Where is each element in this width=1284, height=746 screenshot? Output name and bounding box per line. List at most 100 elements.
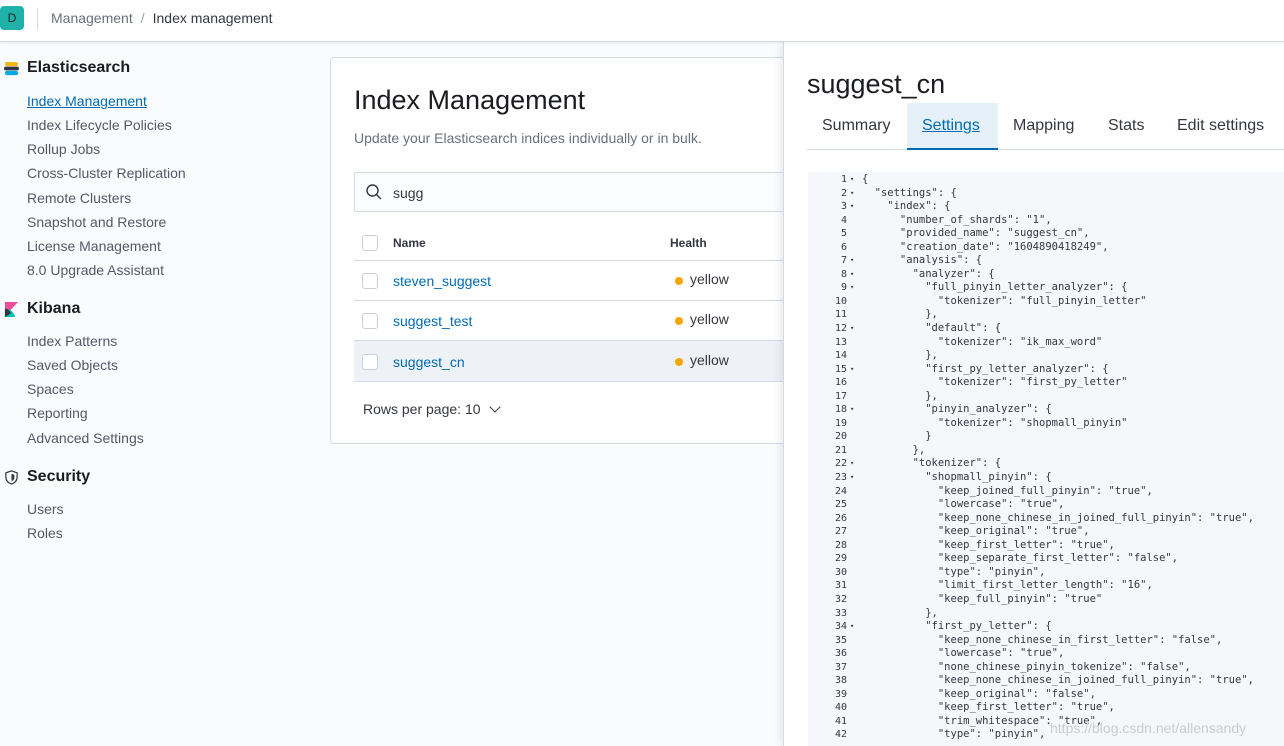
code-line: 37 "none_chinese_pinyin_tokenize": "fals… [808, 661, 1284, 675]
code-text: "default": { [862, 322, 1002, 335]
table-row: suggest_cn yellow [354, 341, 794, 382]
code-line: 2 ▾ "settings": { [808, 187, 1284, 201]
fold-toggle-icon[interactable]: ▾ [850, 200, 858, 214]
line-number: 25 [834, 499, 847, 511]
breadcrumb-management[interactable]: Management [51, 10, 133, 26]
sidebar-item-roles[interactable]: Roles [27, 524, 63, 542]
table-row: steven_suggest yellow [354, 260, 794, 301]
code-text: "keep_full_pinyin": "true" [862, 592, 1103, 605]
sidebar-item-license-management[interactable]: License Management [27, 237, 161, 255]
line-number: 4 [840, 214, 847, 226]
fold-toggle-icon[interactable]: ▾ [850, 268, 858, 282]
sidebar-item-index-management[interactable]: Index Management [27, 92, 147, 110]
tab-edit-settings[interactable]: Edit settings [1162, 103, 1279, 150]
tab-summary[interactable]: Summary [807, 103, 905, 150]
code-text: }, [862, 308, 938, 321]
code-line: 5 "provided_name": "suggest_cn", [808, 227, 1284, 241]
sidebar-item-remote-clusters[interactable]: Remote Clusters [27, 189, 131, 207]
fold-toggle-icon[interactable]: ▾ [850, 173, 858, 187]
line-number: 27 [834, 526, 847, 538]
tab-mapping[interactable]: Mapping [998, 103, 1089, 150]
code-line: 7 ▾ "analysis": { [808, 254, 1284, 268]
code-text: "number_of_shards": "1", [862, 213, 1052, 226]
fold-toggle-icon[interactable]: ▾ [850, 187, 858, 201]
space-avatar[interactable]: D [0, 6, 24, 30]
sidebar-item-snapshot-and-restore[interactable]: Snapshot and Restore [27, 213, 166, 231]
row-checkbox[interactable] [362, 354, 378, 370]
breadcrumb-separator: / [140, 10, 145, 26]
tab-settings[interactable]: Settings [907, 103, 998, 150]
code-line: 12 ▾ "default": { [808, 322, 1284, 336]
fold-toggle-icon[interactable]: ▾ [850, 281, 858, 295]
fold-toggle-icon[interactable]: ▾ [850, 254, 858, 268]
header-divider [37, 8, 38, 30]
fold-toggle-icon[interactable]: ▾ [850, 471, 858, 485]
index-name-link[interactable]: suggest_cn [393, 354, 465, 370]
code-text: "type": "pinyin", [862, 565, 1046, 578]
code-text: "tokenizer": "first_py_letter" [862, 376, 1128, 389]
sidebar-item-users[interactable]: Users [27, 500, 64, 518]
select-all-checkbox[interactable] [362, 235, 378, 251]
row-checkbox[interactable] [362, 273, 378, 289]
flyout-title: suggest_cn [807, 69, 946, 99]
sidebar-section-header: Kibana [0, 298, 320, 322]
fold-toggle-icon[interactable]: ▾ [850, 403, 858, 417]
tab-stats[interactable]: Stats [1093, 103, 1159, 150]
search-icon [366, 184, 382, 200]
sidebar-item-saved-objects[interactable]: Saved Objects [27, 356, 118, 374]
line-number: 15 [834, 363, 847, 375]
fold-toggle-icon[interactable]: ▾ [850, 322, 858, 336]
code-text: "provided_name": "suggest_cn", [862, 227, 1090, 240]
line-number: 8 [840, 268, 847, 280]
code-text: "index": { [862, 200, 951, 213]
sidebar-item-rollup-jobs[interactable]: Rollup Jobs [27, 140, 100, 158]
line-number: 23 [834, 472, 847, 484]
line-number: 6 [840, 241, 847, 253]
line-number: 16 [834, 377, 847, 389]
column-header-name[interactable]: Name [393, 236, 426, 250]
code-text: "full_pinyin_letter_analyzer": { [862, 281, 1128, 294]
index-name-link[interactable]: suggest_test [393, 313, 472, 329]
line-number: 11 [834, 309, 847, 321]
code-text: "analysis": { [862, 254, 983, 267]
code-text: "tokenizer": "full_pinyin_letter" [862, 294, 1147, 307]
code-text: "lowercase": "true", [862, 647, 1065, 660]
line-number: 17 [834, 390, 847, 402]
index-name-link[interactable]: steven_suggest [393, 273, 491, 289]
fold-toggle-icon[interactable]: ▾ [850, 363, 858, 377]
sidebar-item-spaces[interactable]: Spaces [27, 380, 74, 398]
code-line: 11 }, [808, 308, 1284, 322]
line-number: 39 [834, 688, 847, 700]
code-text: }, [862, 443, 926, 456]
sidebar-section-title: Elasticsearch [27, 59, 131, 76]
flyout-tabs: Summary Settings Mapping Stats Edit sett… [807, 103, 1284, 150]
code-line: 9 ▾ "full_pinyin_letter_analyzer": { [808, 281, 1284, 295]
sidebar-item-upgrade-assistant[interactable]: 8.0 Upgrade Assistant [27, 261, 164, 279]
code-text: "first_py_letter_analyzer": { [862, 362, 1109, 375]
sidebar-item-index-lifecycle-policies[interactable]: Index Lifecycle Policies [27, 116, 172, 134]
code-text: "keep_none_chinese_in_first_letter": "fa… [862, 633, 1223, 646]
sidebar-item-reporting[interactable]: Reporting [27, 404, 88, 422]
row-checkbox[interactable] [362, 313, 378, 329]
sidebar-item-index-patterns[interactable]: Index Patterns [27, 332, 117, 350]
search-box [354, 172, 794, 212]
sidebar-section-elasticsearch: Elasticsearch [0, 57, 320, 81]
elasticsearch-logo-icon [4, 61, 19, 76]
health-status-dot [675, 277, 683, 285]
code-text: "lowercase": "true", [862, 498, 1065, 511]
fold-toggle-icon[interactable]: ▾ [850, 457, 858, 471]
line-number: 26 [834, 512, 847, 524]
kibana-logo-icon [4, 302, 19, 317]
sidebar-item-cross-cluster-replication[interactable]: Cross-Cluster Replication [27, 164, 186, 182]
table-row: suggest_test yellow [354, 300, 794, 341]
fold-toggle-icon[interactable]: ▾ [850, 620, 858, 634]
rows-per-page-button[interactable]: Rows per page: 10 [363, 401, 501, 417]
sidebar-section-title: Security [27, 468, 91, 485]
settings-code-editor[interactable]: 1 ▾{2 ▾ "settings": {3 ▾ "index": {4 "numbe… [808, 172, 1284, 746]
search-input[interactable] [393, 182, 773, 204]
code-line: 40 "keep_first_letter": "true", [808, 701, 1284, 715]
sidebar-item-advanced-settings[interactable]: Advanced Settings [27, 429, 144, 447]
line-number: 33 [834, 607, 847, 619]
column-header-health[interactable]: Health [670, 236, 707, 250]
line-number: 7 [840, 255, 847, 267]
